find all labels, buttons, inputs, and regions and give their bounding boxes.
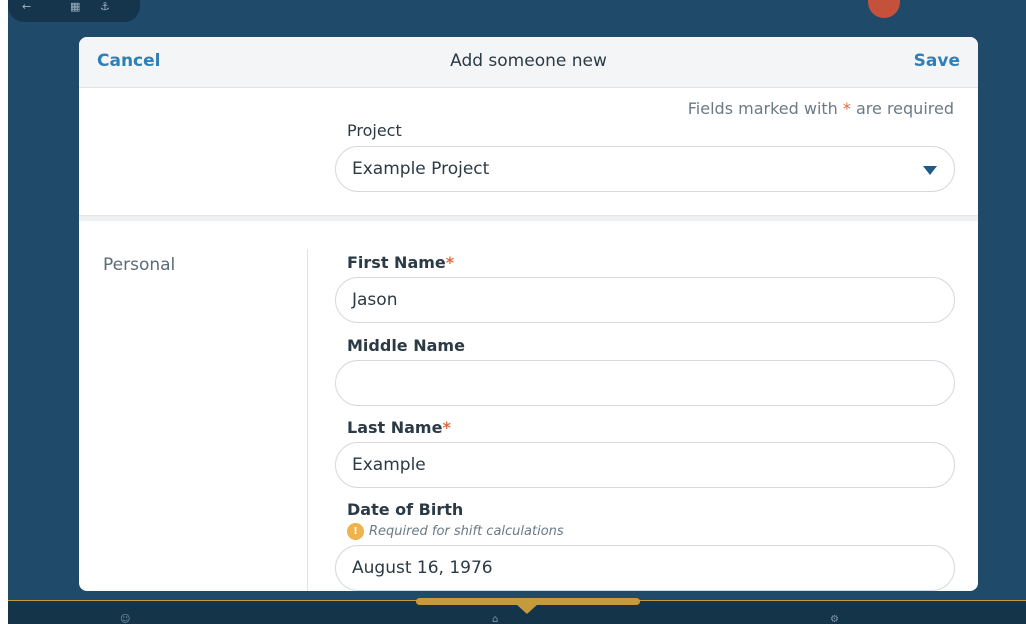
last-name-label: Last Name* <box>347 418 451 437</box>
last-name-value: Example <box>352 455 426 475</box>
toolbar-anchor-icon: ⚓ <box>100 0 110 13</box>
required-note-prefix: Fields marked with <box>687 99 843 118</box>
nav-settings-icon[interactable]: ⚙ <box>830 614 839 624</box>
first-name-label-text: First Name <box>347 253 446 272</box>
add-person-modal: Cancel Add someone new Save Fields marke… <box>79 37 978 591</box>
first-name-label: First Name* <box>347 253 454 272</box>
date-of-birth-hint-text: Required for shift calculations <box>369 524 564 539</box>
project-label: Project <box>347 121 402 140</box>
section-personal: Personal <box>103 255 176 275</box>
warning-icon: ! <box>347 523 364 540</box>
required-star: * <box>842 99 851 118</box>
required-note: Fields marked with * are required <box>688 99 954 118</box>
window-edge <box>0 0 8 624</box>
middle-name-field[interactable] <box>335 360 955 406</box>
date-of-birth-label: Date of Birth <box>347 500 464 519</box>
nav-people-icon[interactable]: ☺ <box>120 614 130 624</box>
toolbar-grid-icon: ▦ <box>70 0 81 13</box>
section-column-divider <box>307 249 308 591</box>
date-of-birth-value: August 16, 1976 <box>352 558 493 578</box>
first-name-required-star: * <box>445 253 455 272</box>
middle-name-label: Middle Name <box>347 336 465 355</box>
chevron-down-icon <box>923 166 937 175</box>
first-name-field[interactable]: Jason <box>335 277 955 323</box>
last-name-field[interactable]: Example <box>335 442 955 488</box>
drawer-arrow-icon <box>516 604 538 614</box>
required-note-suffix: are required <box>850 99 954 118</box>
save-button[interactable]: Save <box>914 51 960 71</box>
first-name-value: Jason <box>352 290 398 310</box>
section-divider <box>79 215 978 221</box>
project-select[interactable]: Example Project <box>335 146 955 192</box>
avatar <box>868 0 900 18</box>
project-value: Example Project <box>352 159 490 179</box>
nav-home-icon[interactable]: ⌂ <box>492 614 498 624</box>
modal-title: Add someone new <box>450 51 607 71</box>
modal-header: Cancel Add someone new Save <box>79 37 978 88</box>
background-toolbar: ← ▦ ⚓ <box>8 0 140 22</box>
toolbar-back-icon: ← <box>22 0 32 13</box>
last-name-label-text: Last Name <box>347 418 443 437</box>
last-name-required-star: * <box>442 418 451 437</box>
date-of-birth-field[interactable]: August 16, 1976 <box>335 545 955 591</box>
date-of-birth-hint: ! Required for shift calculations <box>347 523 564 540</box>
